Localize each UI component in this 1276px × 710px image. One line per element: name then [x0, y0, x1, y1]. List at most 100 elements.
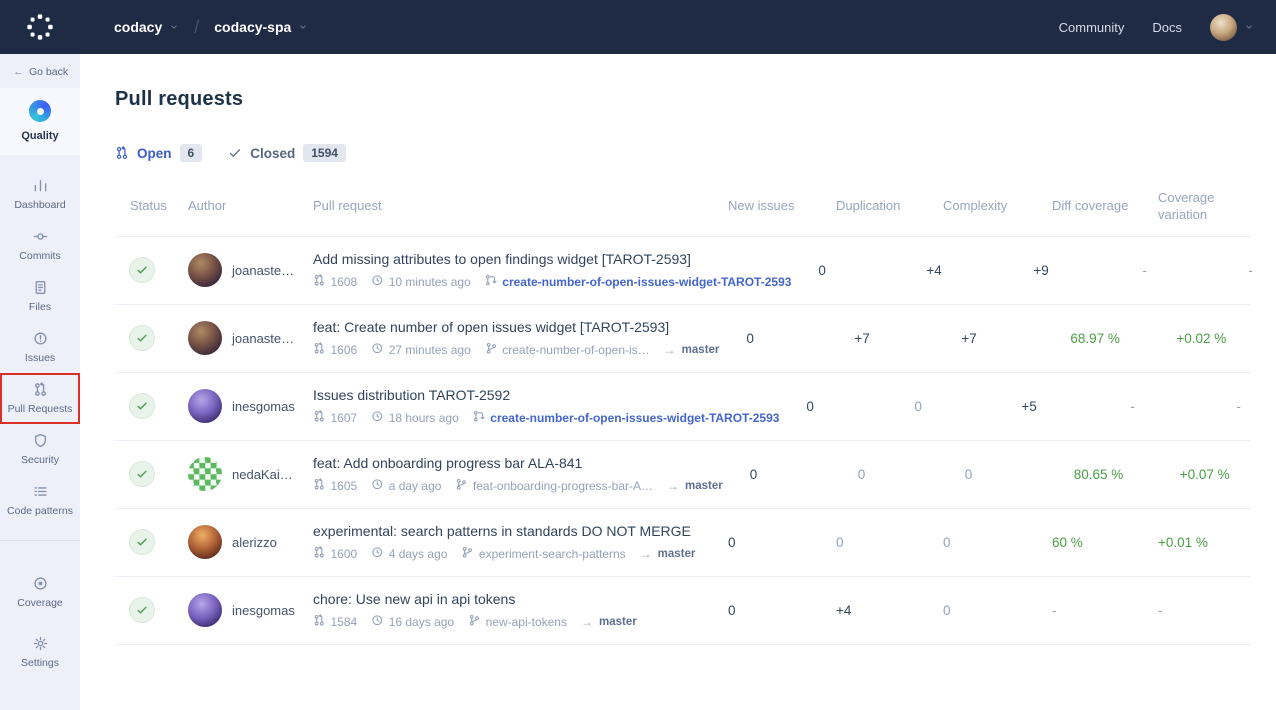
column-header-author: Author	[188, 198, 313, 215]
avatar	[188, 253, 222, 287]
sidebar-footer-nav: Coverage Settings	[0, 563, 80, 681]
status-check-icon	[129, 325, 155, 351]
pull-request-icon	[313, 546, 326, 562]
pull-request-title[interactable]: feat: Create number of open issues widge…	[313, 319, 719, 335]
pull-request-time: 18 hours ago	[389, 411, 459, 425]
branch-icon	[485, 342, 498, 358]
user-avatar	[1210, 14, 1237, 41]
complexity-value: 0	[958, 467, 1067, 482]
pull-request-title[interactable]: Add missing attributes to open findings …	[313, 251, 791, 267]
table-row[interactable]: inesgomas Issues distribution TAROT-2592…	[115, 372, 1251, 440]
codacy-logo-icon	[25, 12, 55, 42]
status-check-icon	[129, 257, 155, 283]
org-dropdown[interactable]: codacy	[114, 19, 179, 35]
sidebar-item-dashboard[interactable]: Dashboard	[0, 169, 80, 220]
table-row[interactable]: joanaste… Add missing attributes to open…	[115, 236, 1251, 304]
pull-request-time: 10 minutes ago	[389, 275, 471, 289]
pull-request-time: 27 minutes ago	[389, 343, 471, 357]
sidebar-item-security[interactable]: Security	[0, 424, 80, 475]
column-header-diff-coverage: Diff coverage	[1045, 198, 1151, 215]
pull-request-meta: 1605 a day ago feat-onboarding-progress-…	[313, 478, 723, 494]
author-name: joanaste…	[232, 331, 294, 346]
avatar	[188, 525, 222, 559]
clock-icon	[371, 410, 384, 426]
complexity-value: 0	[936, 535, 1045, 550]
pull-request-icon	[313, 274, 326, 290]
new-issues-value: 0	[721, 535, 829, 550]
branch-icon	[455, 478, 468, 494]
tab-open-count: 6	[180, 144, 203, 162]
sidebar-item-coverage[interactable]: Coverage	[0, 563, 80, 622]
target-branch: master	[685, 480, 723, 492]
chevron-down-icon	[298, 22, 308, 32]
target-branch: master	[658, 548, 696, 560]
duplication-value: +4	[919, 263, 1026, 278]
pull-request-time: a day ago	[389, 479, 442, 493]
pull-request-icon	[313, 478, 326, 494]
pull-request-title[interactable]: chore: Use new api in api tokens	[313, 591, 701, 607]
diff-coverage-value: -	[1135, 263, 1241, 278]
column-header-new-issues: New issues	[721, 198, 829, 215]
table-row[interactable]: alerizzo experimental: search patterns i…	[115, 508, 1251, 576]
arrow-right-icon: →	[581, 615, 593, 629]
pull-request-number: 1608	[331, 275, 358, 289]
repo-dropdown[interactable]: codacy-spa	[214, 19, 308, 35]
coverage-variation-value: -	[1151, 603, 1251, 618]
pull-request-title[interactable]: experimental: search patterns in standar…	[313, 523, 701, 539]
commits-icon	[33, 229, 48, 244]
pull-request-meta: 1606 27 minutes ago create-number-of-ope…	[313, 342, 719, 358]
arrow-right-icon: →	[640, 547, 652, 561]
clock-icon	[371, 546, 384, 562]
page-title: Pull requests	[115, 88, 1251, 111]
coverage-variation-value: -	[1241, 263, 1276, 278]
sidebar-item-commits[interactable]: Commits	[0, 220, 80, 271]
sidebar-item-code-patterns[interactable]: Code patterns	[0, 475, 80, 526]
diff-coverage-value: 80.65 %	[1067, 467, 1173, 482]
source-branch[interactable]: create-number-of-open-issues-widget-TARO…	[502, 275, 791, 289]
branch-icon	[468, 614, 481, 630]
pull-request-time: 16 days ago	[389, 615, 454, 629]
docs-link[interactable]: Docs	[1152, 20, 1182, 35]
pull-request-icon	[313, 342, 326, 358]
duplication-value: 0	[829, 535, 936, 550]
status-check-icon	[129, 597, 155, 623]
sidebar-item-files[interactable]: Files	[0, 271, 80, 322]
pull-request-title[interactable]: Issues distribution TAROT-2592	[313, 387, 779, 403]
sidebar-item-quality[interactable]: Quality	[0, 88, 80, 155]
column-header-coverage-variation: Coverage variation	[1151, 190, 1251, 224]
sidebar-item-issues[interactable]: Issues	[0, 322, 80, 373]
avatar	[188, 321, 222, 355]
complexity-value: +7	[954, 331, 1063, 346]
table-row[interactable]: nedaKai… feat: Add onboarding progress b…	[115, 440, 1251, 508]
avatar	[188, 457, 222, 491]
user-menu[interactable]	[1210, 14, 1254, 41]
chevron-down-icon	[1244, 22, 1254, 32]
codacy-logo[interactable]	[0, 12, 80, 42]
community-link[interactable]: Community	[1059, 20, 1125, 35]
quality-label: Quality	[21, 130, 58, 142]
table-row[interactable]: inesgomas chore: Use new api in api toke…	[115, 576, 1251, 644]
pull-request-time: 4 days ago	[389, 547, 448, 561]
tab-closed[interactable]: Closed 1594	[228, 144, 346, 162]
sidebar-item-settings[interactable]: Settings	[0, 623, 80, 682]
merge-icon	[473, 410, 486, 426]
new-issues-value: 0	[739, 331, 847, 346]
sidebar-item-pull-requests[interactable]: Pull Requests	[0, 373, 80, 424]
tab-open[interactable]: Open 6	[115, 144, 202, 162]
pull-request-meta: 1584 16 days ago new-api-tokens → master	[313, 614, 701, 630]
go-back-button[interactable]: ← Go back	[0, 54, 68, 78]
pull-request-title[interactable]: feat: Add onboarding progress bar ALA-84…	[313, 455, 723, 471]
target-branch: master	[682, 344, 720, 356]
top-navbar: codacy / codacy-spa Community Docs	[0, 0, 1276, 54]
table-row[interactable]: joanaste… feat: Create number of open is…	[115, 304, 1251, 372]
pull-request-meta: 1600 4 days ago experiment-search-patter…	[313, 546, 701, 562]
sidebar-divider	[0, 540, 80, 541]
breadcrumb: codacy / codacy-spa	[114, 17, 308, 38]
author-name: joanaste…	[232, 263, 294, 278]
source-branch: experiment-search-patterns	[479, 547, 626, 561]
pull-request-icon	[313, 410, 326, 426]
avatar	[188, 389, 222, 423]
source-branch[interactable]: create-number-of-open-issues-widget-TARO…	[490, 411, 779, 425]
pull-request-number: 1605	[331, 479, 358, 493]
coverage-variation-value: -	[1229, 399, 1276, 414]
